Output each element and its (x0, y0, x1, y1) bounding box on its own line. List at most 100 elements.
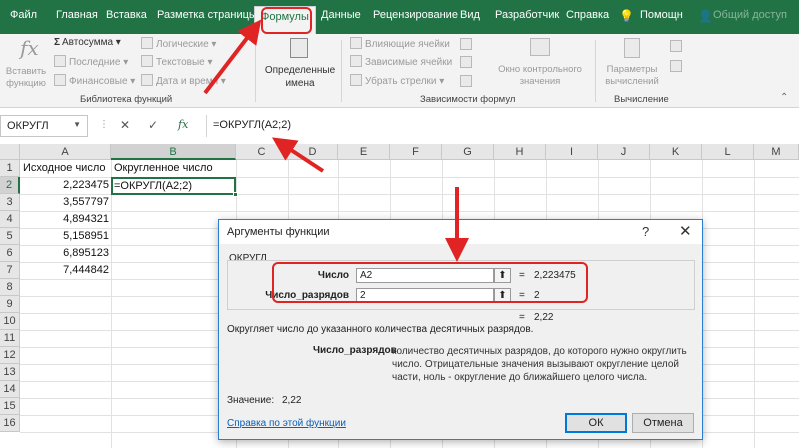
tab-page-layout[interactable]: Разметка страницы (157, 9, 257, 21)
remove-arrows-label: Убрать стрелки (365, 76, 437, 87)
show-formulas-icon[interactable] (460, 38, 472, 50)
row-header-11[interactable]: 11 (0, 330, 20, 347)
trace-dependents-button[interactable]: Зависимые ячейки (350, 55, 452, 68)
dialog-titlebar[interactable]: Аргументы функции ? ✕ (219, 220, 702, 244)
ribbon-separator (595, 40, 596, 102)
gridline (111, 160, 112, 448)
tab-insert[interactable]: Вставка (106, 9, 147, 21)
cell-a4[interactable]: 4,894321 (20, 211, 109, 228)
row-header-12[interactable]: 12 (0, 347, 20, 364)
cell-a3[interactable]: 3,557797 (20, 194, 109, 211)
column-header-m[interactable]: M (754, 144, 799, 160)
formula-input[interactable]: =ОКРУГЛ(A2;2) (206, 115, 799, 137)
cell-a7[interactable]: 7,444842 (20, 262, 109, 279)
column-header-b[interactable]: B (111, 144, 236, 160)
recent-button[interactable]: Последние ▾ (54, 55, 128, 68)
active-cell-b2[interactable]: =ОКРУГЛ(A2;2) (111, 177, 238, 197)
row-header-15[interactable]: 15 (0, 398, 20, 415)
column-header-c[interactable]: C (236, 144, 288, 160)
formula-bar-grip-icon: ⋮ (99, 119, 109, 130)
remove-arrows-button[interactable]: Убрать стрелки ▾ (350, 74, 444, 87)
column-header-k[interactable]: K (650, 144, 702, 160)
calc-options-button[interactable]: Параметры вычислений (602, 64, 662, 88)
fill-handle[interactable] (233, 192, 238, 197)
tab-data[interactable]: Данные (321, 9, 361, 21)
ribbon-separator (255, 40, 256, 102)
tab-home[interactable]: Главная (56, 9, 98, 21)
row-header-3[interactable]: 3 (0, 194, 20, 211)
cell-a6[interactable]: 6,895123 (20, 245, 109, 262)
watch-window-button[interactable]: Окно контрольного значения (492, 64, 588, 88)
collapse-ribbon-icon[interactable]: ⌃ (780, 92, 788, 103)
row-header-5[interactable]: 5 (0, 228, 20, 245)
column-header-a[interactable]: A (20, 144, 111, 160)
datetime-label: Дата и время (156, 76, 219, 87)
star-icon (54, 55, 66, 67)
cell-a5[interactable]: 5,158951 (20, 228, 109, 245)
cancel-icon[interactable]: ✕ (120, 118, 130, 132)
column-header-f[interactable]: F (390, 144, 442, 160)
enter-icon[interactable]: ✓ (148, 118, 158, 132)
trace-precedents-button[interactable]: Влияющие ячейки (350, 37, 450, 50)
tab-file[interactable]: Файл (10, 9, 37, 21)
book-icon (141, 37, 153, 49)
row-header-2[interactable]: 2 (0, 177, 20, 194)
column-header-d[interactable]: D (288, 144, 338, 160)
row-header-9[interactable]: 9 (0, 296, 20, 313)
cancel-button[interactable]: Отмена (632, 413, 694, 433)
tab-help[interactable]: Справка (566, 9, 609, 21)
financial-button[interactable]: Финансовые ▾ (54, 74, 135, 87)
row-header-16[interactable]: 16 (0, 415, 20, 432)
trace-dependents-icon (350, 55, 362, 67)
name-box[interactable]: ОКРУГЛ ▼ (0, 115, 88, 137)
column-header-j[interactable]: J (598, 144, 650, 160)
cell-b2: =ОКРУГЛ(A2;2) (114, 180, 192, 192)
column-header-l[interactable]: L (702, 144, 754, 160)
tab-view[interactable]: Вид (460, 9, 480, 21)
row-header-1[interactable]: 1 (0, 160, 20, 177)
evaluate-formula-icon[interactable] (460, 75, 472, 87)
calc-now-icon[interactable] (670, 40, 682, 52)
ribbon-tab-bar: Файл Главная Вставка Разметка страницы Ф… (0, 0, 799, 34)
row-header-13[interactable]: 13 (0, 364, 20, 381)
text-book-icon (141, 55, 153, 67)
datetime-button[interactable]: Дата и время ▾ (141, 74, 226, 87)
row-header-10[interactable]: 10 (0, 313, 20, 330)
chevron-down-icon[interactable]: ▼ (73, 120, 81, 129)
value-result: 2,22 (282, 395, 302, 406)
defined-names-button[interactable]: Определенные имена (264, 64, 336, 90)
row-header-7[interactable]: 7 (0, 262, 20, 279)
close-icon[interactable]: ✕ (679, 222, 692, 240)
column-header-g[interactable]: G (442, 144, 494, 160)
function-help-link[interactable]: Справка по этой функции (227, 418, 346, 429)
trace-precedents-label: Влияющие ячейки (365, 39, 450, 50)
row-header-8[interactable]: 8 (0, 279, 20, 296)
column-header-h[interactable]: H (494, 144, 546, 160)
text-button[interactable]: Текстовые ▾ (141, 55, 213, 68)
group-label-calculation: Вычисление (614, 94, 669, 105)
row-header-4[interactable]: 4 (0, 211, 20, 228)
autosum-label: Автосумма (62, 37, 114, 48)
insert-function-fx-icon[interactable]: fx (178, 118, 188, 131)
tab-developer[interactable]: Разработчик (495, 9, 559, 21)
help-icon[interactable]: ? (642, 224, 649, 239)
row-header-14[interactable]: 14 (0, 381, 20, 398)
column-header-i[interactable]: I (546, 144, 598, 160)
tab-assistant[interactable]: Помощн (640, 9, 683, 21)
calculator-icon (624, 38, 640, 58)
cell-b1[interactable]: Округленное число (114, 160, 213, 177)
cell-a2[interactable]: 2,223475 (20, 177, 109, 194)
logical-button[interactable]: Логические ▾ (141, 37, 216, 50)
tab-review[interactable]: Рецензирование (373, 9, 458, 21)
tab-share[interactable]: Общий доступ (713, 9, 787, 21)
select-all-corner[interactable] (0, 144, 20, 160)
ok-button[interactable]: ОК (565, 413, 627, 433)
autosum-button[interactable]: Σ Автосумма ▾ (54, 37, 121, 48)
calc-sheet-icon[interactable] (670, 60, 682, 72)
annotation-highlight-arguments (272, 262, 588, 303)
column-header-e[interactable]: E (338, 144, 390, 160)
error-checking-icon[interactable] (460, 56, 472, 68)
insert-function-button[interactable]: Вставить функцию (4, 66, 48, 90)
row-header-6[interactable]: 6 (0, 245, 20, 262)
cell-a1[interactable]: Исходное число (23, 160, 105, 177)
